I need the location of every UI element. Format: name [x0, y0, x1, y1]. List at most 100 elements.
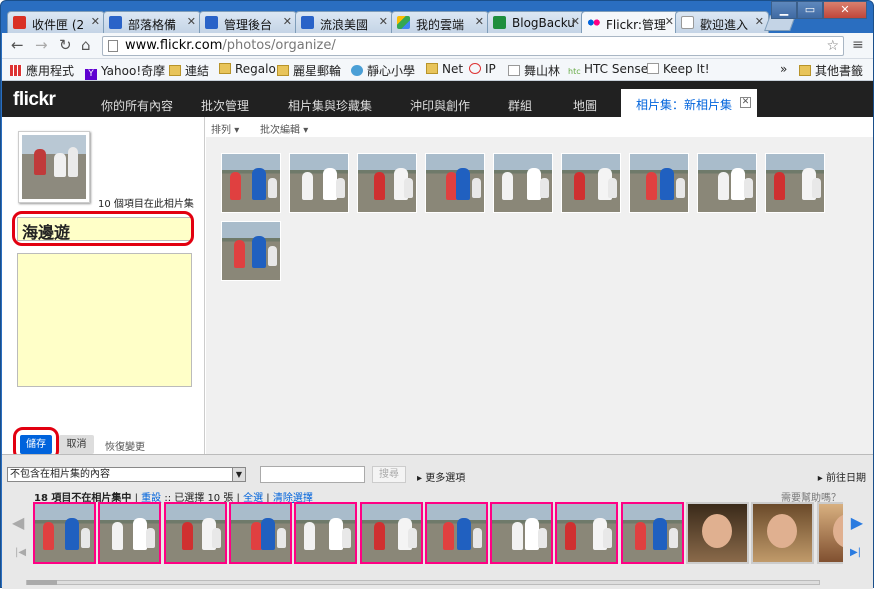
tab-blogbackup[interactable]: BlogBacku ✕ [487, 11, 585, 33]
filmstrip [33, 502, 843, 566]
star-icon[interactable]: ☆ [826, 37, 839, 55]
bookmarks-overflow[interactable]: » [780, 62, 787, 76]
set-photo-thumbnail[interactable] [493, 153, 553, 213]
set-photo-thumbnail[interactable] [289, 153, 349, 213]
goto-date-link[interactable]: ▸ 前往日期 [818, 469, 866, 484]
filmstrip-photo-selected[interactable] [163, 502, 227, 564]
other-bookmarks[interactable]: 其他書籤 [799, 62, 863, 79]
filmstrip-photo[interactable] [751, 502, 815, 564]
filter-select[interactable]: 不包含在相片集的內容 ▼ [7, 467, 246, 482]
close-icon[interactable]: ✕ [283, 15, 292, 28]
close-icon[interactable]: ✕ [475, 15, 484, 28]
scroll-left-icon[interactable]: ◀ [12, 513, 24, 532]
filmstrip-photo-selected[interactable] [294, 502, 358, 564]
scroll-end-icon[interactable]: ▶| [850, 547, 861, 558]
bookmark-cruise[interactable]: 麗星郵輪 [277, 62, 341, 79]
tab-gmail[interactable]: 收件匣 (2 ✕ [7, 11, 105, 33]
nav-sets[interactable]: 相片集與珍藏集 [288, 97, 372, 114]
set-photo-thumbnail[interactable] [221, 221, 281, 281]
nav-print[interactable]: 沖印與創作 [410, 97, 470, 114]
set-photo-thumbnail[interactable] [221, 153, 281, 213]
folder-icon [799, 65, 811, 76]
bookmark-links[interactable]: 連結 [169, 62, 209, 79]
home-icon[interactable]: ⌂ [81, 37, 91, 53]
bookmark-net[interactable]: Net [426, 62, 463, 76]
close-icon[interactable]: ✕ [379, 15, 388, 28]
filmstrip-photo-selected[interactable] [424, 502, 488, 564]
close-icon[interactable]: ✕ [755, 15, 764, 28]
maximize-button[interactable]: ▭ [797, 1, 823, 19]
set-editor-panel: 10 個項目在此相片集 海邊遊 儲存 取消 恢復變更 [2, 117, 205, 461]
back-icon[interactable]: ← [11, 37, 24, 53]
batch-edit-menu[interactable]: 批次編輯 ▾ [260, 121, 308, 136]
close-icon[interactable]: ✕ [91, 15, 100, 28]
nav-batch[interactable]: 批次管理 [201, 97, 249, 114]
menu-icon[interactable]: ≡ [852, 37, 864, 53]
tab-flickr[interactable]: Flickr:管理 ✕ [581, 11, 679, 33]
search-button[interactable]: 搜尋 [372, 466, 406, 483]
flickr-logo[interactable]: flickr [13, 89, 56, 111]
set-cover-photo [22, 135, 86, 199]
filmstrip-photo-selected[interactable] [98, 502, 162, 564]
cancel-button[interactable]: 取消 [59, 435, 94, 454]
search-input[interactable] [260, 466, 365, 483]
close-icon[interactable]: ✕ [571, 15, 580, 28]
more-options-link[interactable]: ▸ 更多選項 [417, 469, 465, 484]
bookmark-apps[interactable]: 應用程式 [10, 62, 74, 79]
bookmark-wushan[interactable]: 舞山林 [508, 62, 560, 79]
tab-blogger-2[interactable]: 管理後台 ✕ [199, 11, 297, 33]
nav-your-stuff[interactable]: 你的所有內容 [101, 97, 173, 114]
reload-icon[interactable]: ↻ [59, 37, 72, 53]
organize-toolbar: 排列 ▾ 批次編輯 ▾ [205, 117, 873, 137]
set-description-input[interactable] [17, 253, 192, 387]
filmstrip-photo-selected[interactable] [228, 502, 292, 564]
filmstrip-scrollbar[interactable] [26, 580, 820, 585]
chevron-down-icon: ▼ [232, 468, 245, 481]
close-icon[interactable]: ✕ [187, 15, 196, 28]
sort-menu[interactable]: 排列 ▾ [211, 121, 239, 136]
tab-drive[interactable]: 我的雲端 ✕ [391, 11, 489, 33]
set-photo-thumbnail[interactable] [561, 153, 621, 213]
blogger-icon [205, 16, 218, 29]
scrollbar-thumb[interactable] [27, 580, 57, 585]
bookmark-ip[interactable]: IP [469, 62, 496, 76]
tab-new-set[interactable]: 相片集：新相片集 ✕ [621, 89, 757, 117]
bookmark-htc[interactable]: htc HTC Sense [568, 62, 648, 78]
page-icon [647, 63, 659, 74]
bookmark-keepit[interactable]: Keep It! [647, 62, 710, 76]
bookmarks-bar: 應用程式 Y Yahoo!奇摩 連結 Regalo 麗星郵輪 靜心小學 Net I… [2, 59, 873, 81]
scroll-start-icon[interactable]: |◀ [15, 547, 26, 558]
scroll-right-icon[interactable]: ▶ [851, 513, 863, 532]
ip-icon [469, 63, 481, 74]
revert-link[interactable]: 恢復變更 [105, 438, 145, 453]
folder-icon [169, 65, 181, 76]
filmstrip-photo-selected[interactable] [555, 502, 619, 564]
bookmark-school[interactable]: 靜心小學 [351, 62, 415, 79]
filmstrip-photo-selected[interactable] [620, 502, 684, 564]
set-photo-thumbnail[interactable] [357, 153, 417, 213]
people-icon [351, 65, 363, 76]
filmstrip-photo-selected[interactable] [359, 502, 423, 564]
bookmark-regalo[interactable]: Regalo [219, 62, 276, 76]
folder-icon [426, 63, 438, 74]
tab-blogger-1[interactable]: 部落格備 ✕ [103, 11, 201, 33]
set-photo-thumbnail[interactable] [765, 153, 825, 213]
forward-icon[interactable]: → [35, 37, 48, 53]
filmstrip-photo[interactable] [686, 502, 749, 564]
close-icon[interactable]: ✕ [740, 97, 751, 108]
tab-welcome[interactable]: 歡迎進入 ✕ [675, 11, 769, 33]
set-photo-thumbnail[interactable] [697, 153, 757, 213]
address-bar[interactable]: www.flickr.com/photos/organize/ ☆ [102, 36, 844, 56]
nav-groups[interactable]: 群組 [508, 97, 532, 114]
minimize-button[interactable]: ▁ [771, 1, 797, 19]
filmstrip-photo-selected[interactable] [490, 502, 554, 564]
set-photo-thumbnail[interactable] [425, 153, 485, 213]
tab-blogger-3[interactable]: 流浪美國 ✕ [295, 11, 393, 33]
close-window-button[interactable]: ✕ [823, 1, 867, 19]
filmstrip-photo-selected[interactable] [33, 502, 96, 564]
nav-map[interactable]: 地圖 [573, 97, 597, 114]
filmstrip-photo[interactable] [816, 502, 843, 564]
close-icon[interactable]: ✕ [665, 15, 674, 28]
set-photo-thumbnail[interactable] [629, 153, 689, 213]
bookmark-yahoo[interactable]: Y Yahoo!奇摩 [85, 62, 165, 80]
